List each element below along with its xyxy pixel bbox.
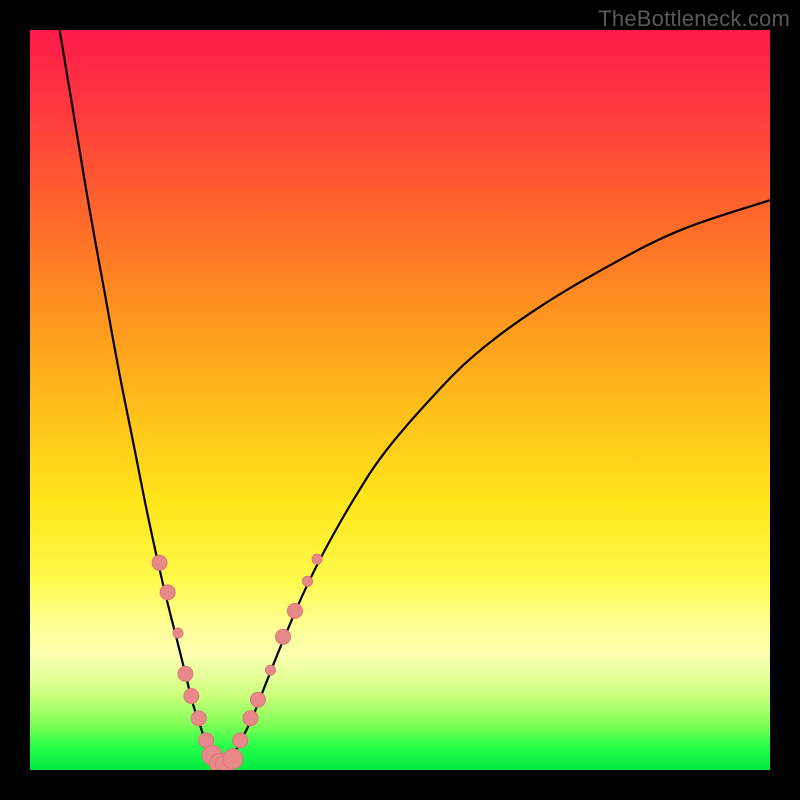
data-marker bbox=[223, 749, 243, 769]
data-marker bbox=[243, 711, 258, 726]
data-marker bbox=[191, 711, 206, 726]
data-marker bbox=[276, 629, 291, 644]
data-marker bbox=[178, 666, 193, 681]
plot-area bbox=[30, 30, 770, 770]
markers-group bbox=[152, 554, 322, 770]
data-marker bbox=[160, 585, 175, 600]
data-marker bbox=[266, 665, 276, 675]
data-marker bbox=[250, 692, 265, 707]
watermark-text: TheBottleneck.com bbox=[598, 6, 790, 32]
chart-stage: TheBottleneck.com bbox=[0, 0, 800, 800]
chart-svg bbox=[30, 30, 770, 770]
data-marker bbox=[287, 603, 302, 618]
data-marker bbox=[184, 689, 199, 704]
data-marker bbox=[303, 576, 313, 586]
data-marker bbox=[152, 555, 167, 570]
data-marker bbox=[312, 554, 322, 564]
data-marker bbox=[233, 733, 248, 748]
curve-right bbox=[222, 200, 770, 765]
data-marker bbox=[173, 628, 183, 638]
curve-left bbox=[60, 30, 223, 766]
curves-group bbox=[60, 30, 770, 766]
